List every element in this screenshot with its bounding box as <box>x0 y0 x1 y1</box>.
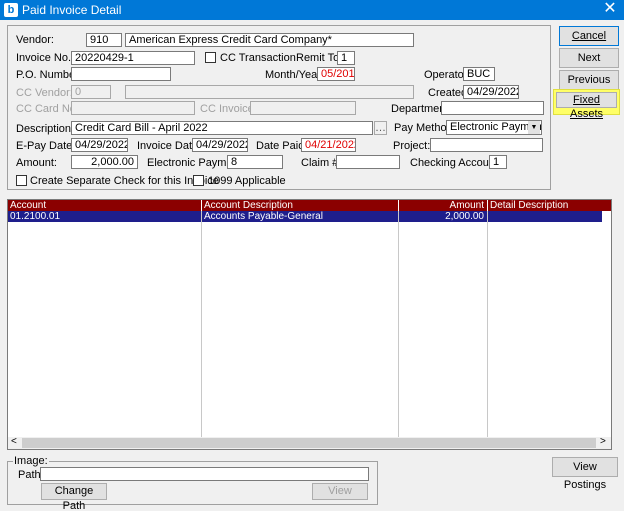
separate-check-checkbox[interactable] <box>16 175 27 186</box>
cc-card-no-field <box>71 101 195 115</box>
path-field[interactable] <box>40 467 369 481</box>
cc-vendor-id-field: 0 <box>71 85 111 99</box>
column-header-detail-description[interactable]: Detail Description <box>487 200 611 211</box>
app-icon: b <box>4 3 18 17</box>
applicable-1099-label: 1099 Applicable <box>208 175 286 187</box>
cc-vendor-name-field <box>125 85 414 99</box>
view-postings-button[interactable]: View Postings <box>552 457 618 491</box>
change-path-button-label: Change Path <box>54 485 94 511</box>
claim-field[interactable] <box>336 155 400 169</box>
po-number-field[interactable] <box>71 67 171 81</box>
e-pay-date-label: E-Pay Date: <box>16 140 76 152</box>
previous-button-label: Previous <box>567 74 611 86</box>
remit-to-label: Remit To: <box>296 52 343 64</box>
created-field: 04/29/2022 <box>463 85 519 99</box>
invoice-no-field[interactable]: 20220429-1 <box>71 51 195 65</box>
invoice-date-field[interactable]: 04/29/2022 <box>192 138 248 152</box>
column-divider <box>487 211 488 437</box>
scroll-left-icon[interactable]: < <box>11 436 17 447</box>
vendor-label: Vendor: <box>16 34 54 46</box>
description-label: Description: <box>16 123 75 135</box>
fixed-assets-button-label: Fixed Assets <box>569 94 603 120</box>
view-postings-button-label: View Postings <box>563 461 607 491</box>
cc-card-no-label: CC Card No: <box>16 103 79 115</box>
window-title: Paid Invoice Detail <box>22 3 122 17</box>
column-header-account-description[interactable]: Account Description <box>201 200 398 211</box>
table-row-detail[interactable] <box>487 211 602 222</box>
project-field[interactable] <box>430 138 543 152</box>
chevron-down-icon[interactable]: ▼ <box>528 121 540 134</box>
date-paid-label: Date Paid: <box>256 140 308 152</box>
description-field[interactable]: Credit Card Bill - April 2022 <box>71 121 373 135</box>
scroll-right-icon[interactable]: > <box>600 436 606 447</box>
fixed-assets-button[interactable]: Fixed Assets <box>553 89 620 120</box>
cc-transaction-label: CC Transaction <box>220 52 296 64</box>
checking-account-label: Checking Account: <box>410 157 502 169</box>
date-paid-field[interactable]: 04/21/2022 <box>301 138 356 152</box>
column-header-account[interactable]: Account <box>8 200 201 211</box>
month-year-label: Month/Year: <box>265 69 324 81</box>
e-pay-date-field[interactable]: 04/29/2022 <box>71 138 128 152</box>
invoice-no-label: Invoice No.: <box>16 52 75 64</box>
department-field[interactable] <box>441 101 544 115</box>
amount-label: Amount: <box>16 157 57 169</box>
column-divider <box>398 211 399 437</box>
table-row-amount[interactable]: 2,000.00 <box>398 211 487 222</box>
scrollbar-thumb[interactable] <box>22 438 596 448</box>
month-year-field[interactable]: 05/2015 <box>317 67 355 81</box>
operator-field[interactable]: BUC <box>463 67 495 81</box>
cc-invoice-field <box>250 101 356 115</box>
previous-button[interactable]: Previous <box>559 70 619 90</box>
change-path-button[interactable]: Change Path <box>41 483 107 511</box>
electronic-payment-field[interactable]: 8 <box>227 155 283 169</box>
separate-check-label: Create Separate Check for this Invoice <box>30 175 219 187</box>
project-label: Project: <box>393 140 431 152</box>
title-bar: b Paid Invoice Detail ✕ <box>0 0 624 20</box>
cancel-button[interactable]: Cancel <box>559 26 619 46</box>
vendor-id-field[interactable]: 910 <box>86 33 122 47</box>
lookup-icon[interactable]: … <box>374 121 387 135</box>
cc-invoice-label: CC Invoice: <box>200 103 257 115</box>
applicable-1099-checkbox[interactable] <box>193 175 204 186</box>
close-icon[interactable]: ✕ <box>600 0 620 20</box>
remit-to-field[interactable]: 1 <box>337 51 355 65</box>
vendor-name-field[interactable]: American Express Credit Card Company* <box>125 33 414 47</box>
table-row-description[interactable]: Accounts Payable-General <box>201 211 398 222</box>
table-row-account[interactable]: 01.2100.01 <box>8 211 201 222</box>
amount-field[interactable]: 2,000.00 <box>71 155 138 169</box>
column-header-amount[interactable]: Amount <box>398 200 487 211</box>
cancel-button-label: Cancel <box>571 30 607 42</box>
horizontal-scrollbar[interactable]: < > <box>8 436 611 449</box>
cc-vendor-label: CC Vendor: <box>16 87 73 99</box>
next-button[interactable]: Next <box>559 48 619 68</box>
account-grid[interactable]: Account Account Description Amount Detai… <box>7 199 612 450</box>
view-button-label: View <box>328 485 352 497</box>
next-button-label: Next <box>577 52 601 64</box>
cc-transaction-checkbox[interactable] <box>205 52 216 63</box>
view-button[interactable]: View <box>312 483 368 500</box>
column-divider <box>201 211 202 437</box>
pay-method-select[interactable]: Electronic Payment ▼ <box>446 120 542 135</box>
checking-account-field[interactable]: 1 <box>489 155 507 169</box>
